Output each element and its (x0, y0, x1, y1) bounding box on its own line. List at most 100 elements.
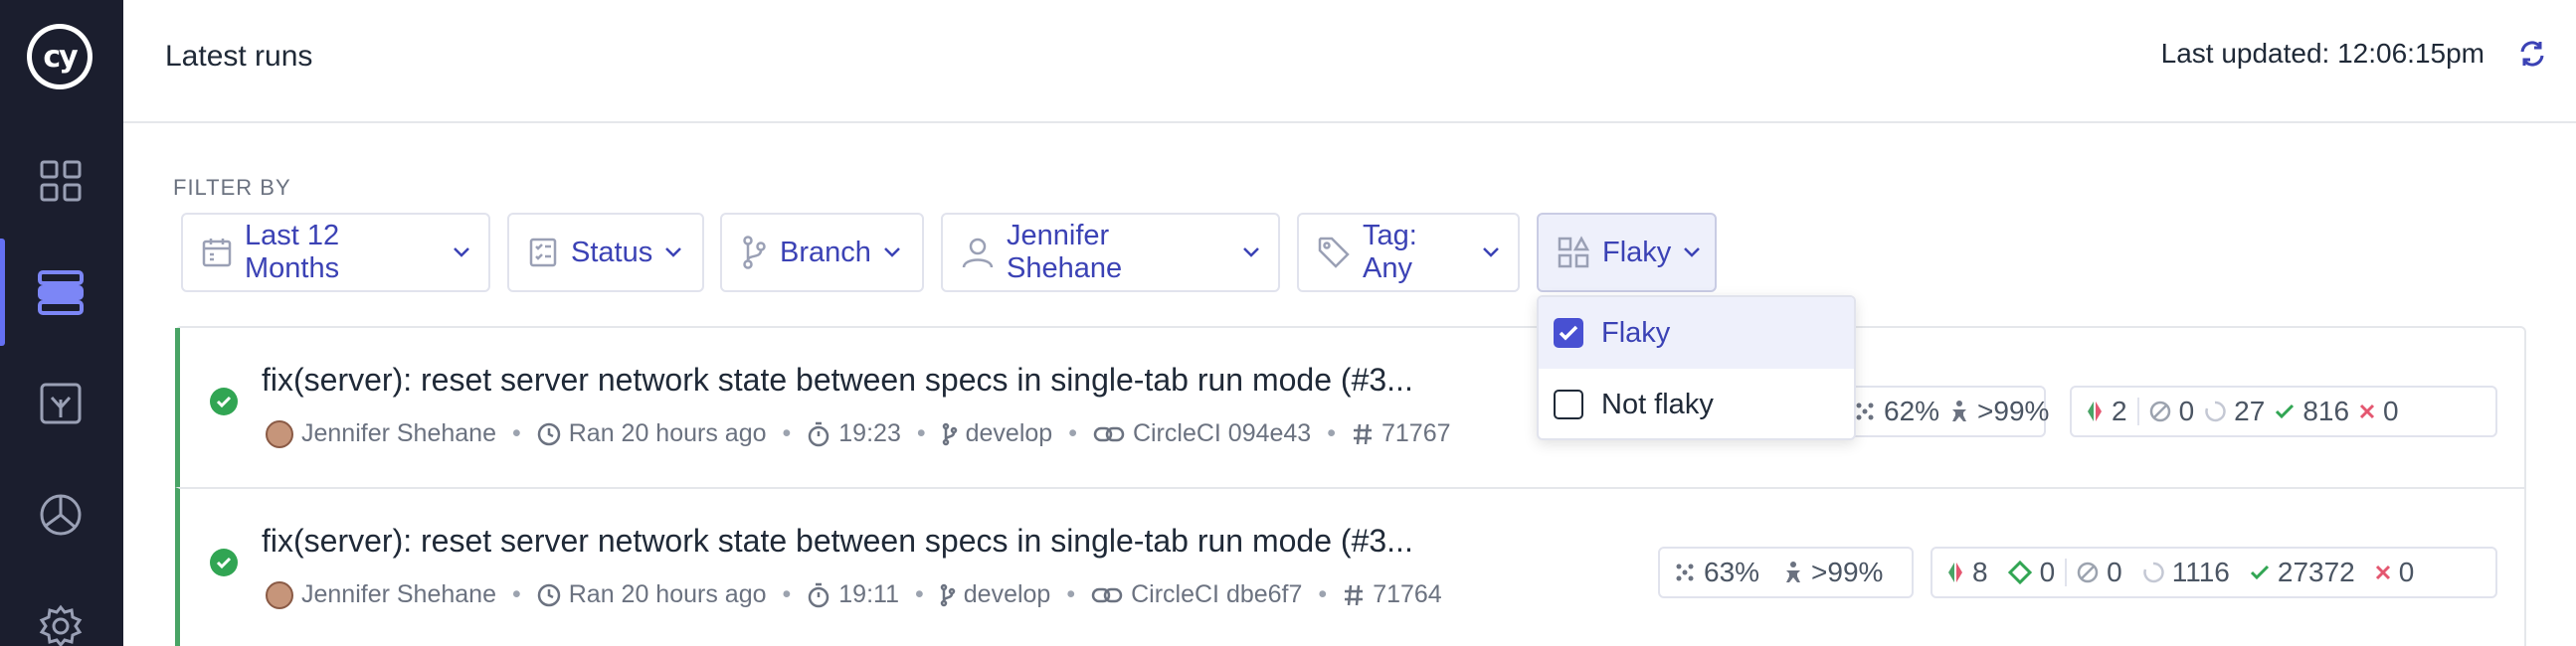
run-row[interactable]: fix(server): reset server network state … (175, 328, 2524, 487)
status-filter[interactable]: Status (507, 213, 704, 292)
run-title[interactable]: fix(server): reset server network state … (262, 523, 1413, 560)
coverage-value: >99% (1977, 396, 2050, 426)
branch-filter[interactable]: Branch (720, 213, 924, 292)
flaky-icon (2088, 402, 2102, 421)
chevron-down-icon (1684, 247, 1701, 257)
run-duration: 19:23 (838, 419, 901, 447)
chevron-down-icon (1483, 247, 1499, 257)
flaky-label: Flaky (1602, 236, 1672, 268)
user-icon (962, 238, 994, 268)
run-branch[interactable]: develop (964, 580, 1051, 609)
run-duration: 19:11 (838, 580, 899, 608)
option-not-flaky[interactable]: Not flaky (1539, 369, 1854, 438)
pending-icon (2142, 562, 2164, 583)
passed-check-icon (2276, 404, 2295, 419)
chevron-down-icon (665, 247, 682, 257)
run-ci-link[interactable]: CircleCI 094e43 (1133, 419, 1311, 448)
clock-icon (537, 422, 560, 445)
sidebar: cy (0, 0, 123, 646)
chevron-down-icon (454, 247, 469, 257)
settings-gear-icon[interactable] (37, 602, 85, 646)
modified-count: 0 (2039, 557, 2056, 587)
skipped-count: 0 (2178, 396, 2195, 426)
separator: • (1066, 580, 1076, 608)
branches-icon[interactable] (37, 380, 85, 427)
separator: • (1068, 419, 1077, 447)
failed-count: 0 (2383, 396, 2399, 426)
coverage-icon (1952, 401, 1967, 421)
page-title: Latest runs (165, 40, 313, 73)
branch-icon (743, 236, 766, 269)
passed-status-icon (210, 388, 238, 415)
test-results-box: 2 0 27 816 0 (2070, 386, 2497, 437)
run-time-ago: Ran 20 hours ago (568, 580, 767, 608)
checkbox-checked-icon[interactable] (1554, 318, 1583, 348)
author-filter[interactable]: Jennifer Shehane (941, 213, 1280, 292)
projects-grid-icon[interactable] (37, 157, 85, 205)
filter-by-label: FILTER BY (173, 175, 291, 200)
branch-icon (942, 422, 957, 445)
run-number: 71764 (1373, 580, 1442, 608)
skipped-count: 0 (2107, 557, 2122, 587)
option-flaky[interactable]: Flaky (1539, 297, 1854, 369)
run-author: Jennifer Shehane (301, 580, 496, 608)
run-row[interactable]: fix(server): reset server network state … (175, 487, 2524, 646)
flaky-rate-value: 63% (1704, 557, 1760, 587)
coverage-icon (1786, 562, 1801, 582)
author-label: Jennifer Shehane (1007, 220, 1123, 284)
separator: • (1318, 580, 1328, 608)
option-not-flaky-label: Not flaky (1601, 388, 1714, 420)
branch-icon (940, 583, 956, 606)
stopwatch-icon (809, 582, 829, 607)
flaky-icon (1948, 563, 1962, 582)
run-time-ago: Ran 20 hours ago (568, 419, 767, 447)
failed-count: 0 (2398, 557, 2415, 587)
coverage-value: >99% (1811, 557, 1884, 587)
run-author: Jennifer Shehane (301, 419, 496, 447)
pending-count: 1116 (2171, 557, 2230, 587)
flaky-rate-box: 63% >99% (1658, 547, 1914, 598)
analytics-icon[interactable] (37, 491, 85, 539)
logo-mark: cy (32, 29, 88, 84)
shapes-icon (1558, 236, 1590, 268)
tag-filter[interactable]: Tag: Any (1297, 213, 1520, 292)
run-meta: Jennifer Shehane • Ran 20 hours ago • 19… (266, 580, 1442, 609)
option-flaky-label: Flaky (1601, 316, 1671, 349)
runs-icon[interactable] (37, 268, 85, 316)
separator: • (782, 419, 792, 447)
pending-count: 27 (2234, 396, 2266, 426)
flaky-rate-box: 62% >99% (1838, 386, 2050, 437)
run-title[interactable]: fix(server): reset server network state … (262, 362, 1413, 399)
date-range-filter[interactable]: Last 12 Months (181, 213, 490, 292)
avatar (266, 419, 293, 448)
run-branch[interactable]: develop (966, 419, 1053, 448)
chevron-down-icon (884, 247, 900, 257)
stopwatch-icon (809, 421, 829, 446)
date-range-label: Last 12 Months (245, 220, 340, 284)
checkbox-unchecked-icon[interactable] (1554, 390, 1583, 419)
last-updated-text: Last updated: 12:06:15pm (2160, 38, 2484, 69)
chevron-down-icon (1243, 247, 1259, 257)
flaky-count: 8 (1972, 557, 1988, 587)
cypress-logo[interactable]: cy (27, 24, 92, 89)
passed-check-icon (2250, 565, 2269, 580)
flaky-filter[interactable]: Flaky (1537, 213, 1717, 292)
runs-list: fix(server): reset server network state … (175, 326, 2526, 646)
hash-icon (1353, 423, 1372, 444)
separator: • (511, 580, 521, 608)
separator: • (915, 580, 924, 608)
run-number: 71767 (1380, 419, 1451, 447)
flaky-rate-value: 62% (1884, 396, 1940, 426)
refresh-icon[interactable] (2518, 40, 2546, 68)
flaky-dropdown-menu: Flaky Not flaky (1537, 295, 1856, 440)
run-meta: Jennifer Shehane • Ran 20 hours ago • 19… (266, 419, 1451, 448)
flaky-rate-icon (1676, 564, 1694, 581)
sidebar-active-indicator (0, 239, 5, 346)
top-header: Latest runs Last updated: 12:06:15pm (123, 0, 2576, 123)
failed-x-icon (2359, 404, 2375, 419)
modified-icon (2007, 561, 2032, 584)
checklist-icon (529, 238, 557, 267)
passed-count: 27372 (2277, 557, 2355, 587)
failed-x-icon (2375, 565, 2390, 580)
run-ci-link[interactable]: CircleCI dbe6f7 (1131, 580, 1302, 609)
